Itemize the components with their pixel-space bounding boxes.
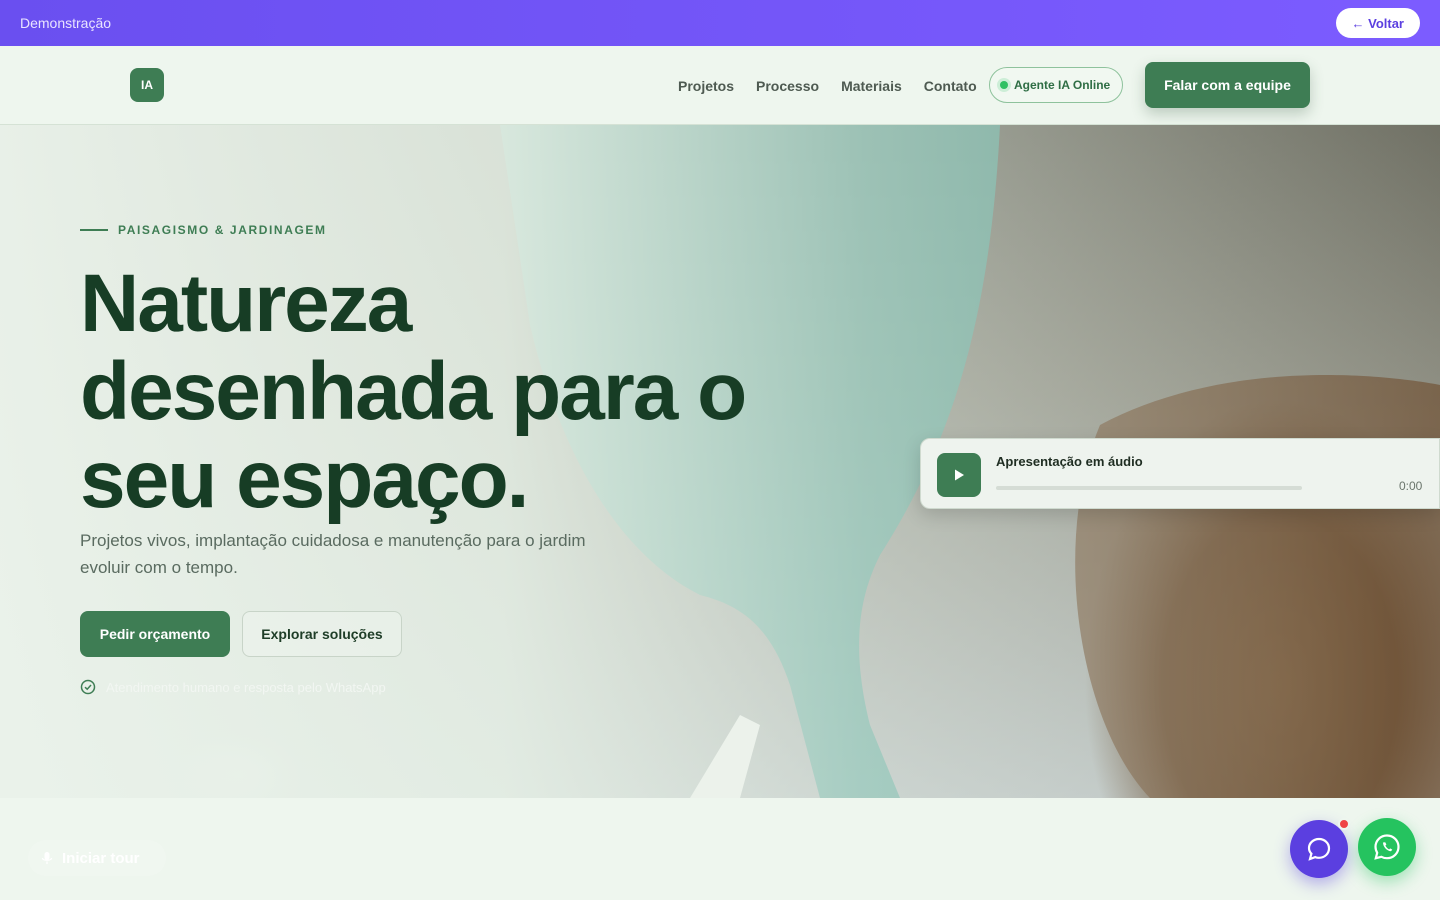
audio-time: 0:00 <box>1399 479 1423 493</box>
explore-solutions-button[interactable]: Explorar soluções <box>242 611 402 657</box>
audio-title: Apresentação em áudio <box>996 454 1143 469</box>
online-dot-icon <box>1000 81 1008 89</box>
nav-link-materiais[interactable]: Materiais <box>841 78 902 94</box>
hero-subtitle: Projetos vivos, implantação cuidadosa e … <box>80 531 586 577</box>
request-quote-button[interactable]: Pedir orçamento <box>80 611 230 657</box>
demo-label: Demonstração <box>20 15 112 31</box>
audio-player: Apresentação em áudio 0:00 <box>920 438 1440 509</box>
play-button[interactable] <box>937 453 981 497</box>
play-icon <box>955 469 964 481</box>
back-button[interactable]: ← Voltar <box>1335 8 1420 38</box>
start-tour-button[interactable]: Iniciar tour <box>28 840 166 876</box>
talk-to-team-button[interactable]: Falar com a equipe <box>1145 62 1310 108</box>
audio-progress-bar[interactable] <box>996 486 1302 490</box>
nav-link-projetos[interactable]: Projetos <box>678 78 734 94</box>
nav-link-contato[interactable]: Contato <box>924 78 977 94</box>
whatsapp-button[interactable] <box>1358 818 1416 876</box>
main-nav: Projetos Processo Materiais Contato <box>678 46 977 125</box>
whatsapp-icon <box>1374 834 1400 860</box>
agent-status-pill[interactable]: Agente IA Online <box>989 67 1123 103</box>
hero-note: Atendimento humano e resposta pelo Whats… <box>80 679 386 695</box>
start-tour-label: Iniciar tour <box>62 849 140 867</box>
microphone-icon <box>41 852 53 864</box>
hero-note-text: Atendimento humano e resposta pelo Whats… <box>106 679 386 695</box>
check-circle-icon <box>80 679 96 695</box>
notification-badge <box>1338 818 1350 830</box>
eyebrow-text: PAISAGISMO & JARDINAGEM <box>118 223 327 237</box>
hero-eyebrow: PAISAGISMO & JARDINAGEM <box>80 223 327 237</box>
hero-headline: Natureza desenhada para o seu espaço. <box>80 258 747 525</box>
site-header: IA Projetos Processo Materiais Contato A… <box>0 46 1440 125</box>
nav-link-processo[interactable]: Processo <box>756 78 819 94</box>
agent-status-label: Agente IA Online <box>1014 78 1111 92</box>
chat-bubble-icon <box>1307 837 1331 861</box>
eyebrow-line <box>80 229 108 231</box>
demo-bar: Demonstração ← Voltar <box>0 0 1440 46</box>
logo[interactable]: IA <box>130 68 164 102</box>
